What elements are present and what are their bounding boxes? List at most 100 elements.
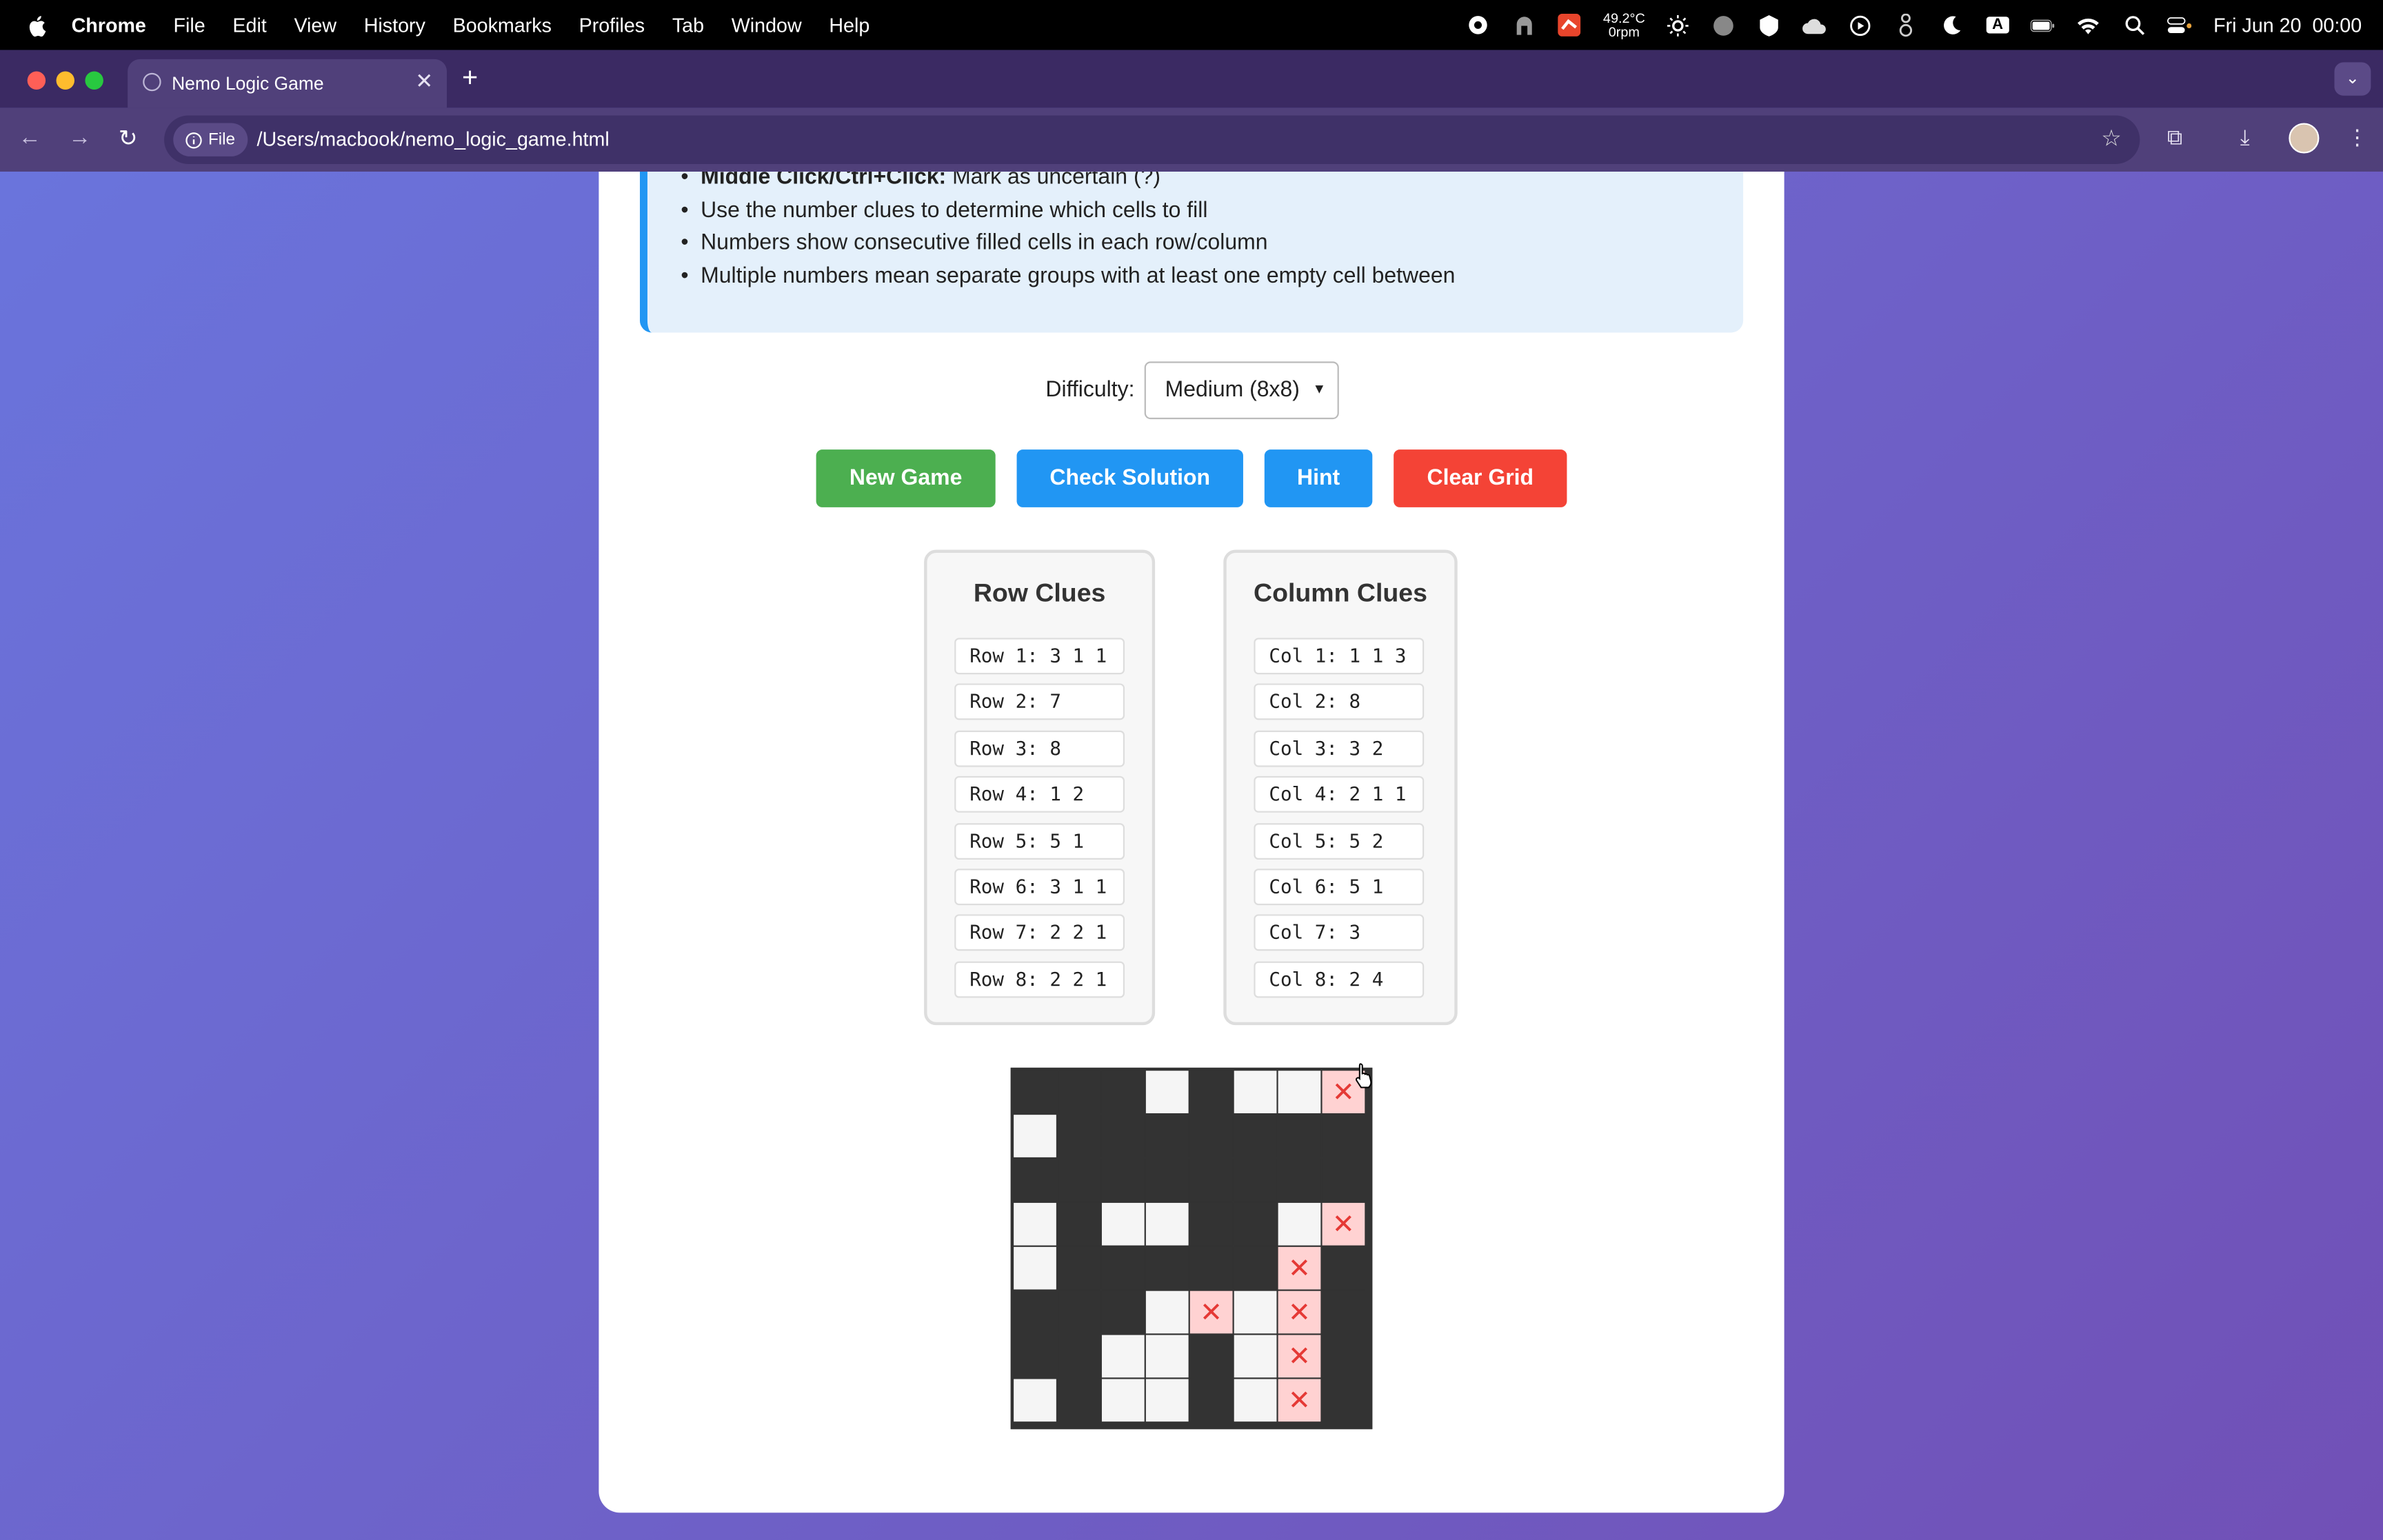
grid-cell-r6-c4[interactable] [1145,1290,1189,1334]
grid-cell-r2-c6[interactable] [1234,1115,1277,1157]
address-bar[interactable]: File /Users/macbook/nemo_logic_game.html… [164,115,2140,164]
vpn-icon[interactable] [1512,14,1536,36]
grid-cell-r2-c4[interactable] [1145,1115,1189,1157]
grid-cell-r7-c6[interactable] [1234,1335,1277,1378]
accessibility-icon[interactable] [1894,12,1918,37]
grid-cell-r6-c5[interactable]: ✕ [1189,1290,1233,1334]
reload-icon[interactable]: ↻ [119,125,138,152]
grid-cell-r3-c2[interactable] [1058,1159,1100,1202]
grid-cell-r3-c5[interactable] [1189,1159,1233,1202]
grid-cell-r7-c2[interactable] [1058,1335,1100,1378]
forward-arrow-icon[interactable]: → [68,125,91,150]
grid-cell-r7-c7[interactable]: ✕ [1278,1335,1321,1378]
close-window-button[interactable] [27,71,46,90]
clear-grid-button[interactable]: Clear Grid [1394,449,1567,507]
maximize-window-button[interactable] [85,71,103,90]
menu-window[interactable]: Window [732,14,802,37]
grid-cell-r6-c1[interactable] [1014,1290,1056,1334]
grid-cell-r3-c1[interactable] [1014,1159,1056,1202]
grid-cell-r4-c2[interactable] [1058,1202,1100,1246]
minimize-window-button[interactable] [56,71,75,90]
grid-cell-r7-c3[interactable] [1101,1335,1145,1378]
grid-cell-r1-c5[interactable] [1189,1071,1233,1113]
grid-cell-r8-c7[interactable]: ✕ [1278,1379,1321,1422]
grid-cell-r3-c7[interactable] [1278,1159,1321,1202]
menu-edit[interactable]: Edit [232,14,266,37]
profile-avatar[interactable] [2289,123,2320,154]
bookmark-star-icon[interactable]: ☆ [2101,125,2122,152]
menu-history[interactable]: History [364,14,425,37]
menu-bookmarks[interactable]: Bookmarks [453,14,552,37]
grid-cell-r7-c8[interactable] [1322,1335,1365,1378]
hint-button[interactable]: Hint [1264,449,1373,507]
grid-cell-r2-c2[interactable] [1058,1115,1100,1157]
grid-cell-r8-c3[interactable] [1101,1379,1145,1422]
grid-cell-r8-c4[interactable] [1145,1379,1189,1422]
grid-cell-r6-c2[interactable] [1058,1290,1100,1334]
grid-cell-r5-c8[interactable] [1322,1246,1365,1290]
grid-cell-r5-c5[interactable] [1189,1246,1233,1290]
brightness-icon[interactable] [1667,14,1691,36]
extensions-icon[interactable]: ⧉ [2167,125,2182,150]
more-menu-icon[interactable]: ⋮ [2346,125,2368,150]
grid-cell-r8-c1[interactable] [1014,1379,1056,1422]
grid-cell-r4-c4[interactable] [1145,1202,1189,1246]
app-name-menu[interactable]: Chrome [72,14,146,37]
app-status-icon[interactable] [1558,13,1582,37]
grid-cell-r1-c4[interactable] [1145,1071,1189,1113]
input-source-icon[interactable]: A [1986,14,2010,36]
control-center-icon[interactable] [2168,14,2193,36]
temperature-readout[interactable]: 49.2°C 0rpm [1603,10,1645,39]
menu-help[interactable]: Help [829,14,869,37]
active-tab[interactable]: Nemo Logic Game ✕ [128,59,448,108]
grid-cell-r2-c8[interactable] [1322,1115,1365,1157]
close-tab-icon[interactable]: ✕ [415,68,433,94]
moon-icon[interactable] [1940,14,1964,36]
grid-cell-r6-c6[interactable] [1234,1290,1277,1334]
record-icon[interactable] [1467,14,1491,36]
menu-profiles[interactable]: Profiles [579,14,645,37]
menu-view[interactable]: View [294,14,336,37]
url-text[interactable]: /Users/macbook/nemo_logic_game.html [257,128,609,150]
battery-icon[interactable] [2031,14,2055,36]
wifi-icon[interactable] [2077,14,2101,36]
grid-cell-r4-c5[interactable] [1189,1202,1233,1246]
grid-cell-r5-c3[interactable] [1101,1246,1145,1290]
grid-cell-r1-c3[interactable] [1101,1071,1145,1113]
difficulty-select[interactable]: Medium (8x8) ▼ [1143,361,1338,420]
grid-cell-r8-c2[interactable] [1058,1379,1100,1422]
site-info-chip[interactable]: File [173,123,248,156]
grid-cell-r4-c3[interactable] [1101,1202,1145,1246]
grid-cell-r7-c4[interactable] [1145,1335,1189,1378]
grid-cell-r1-c1[interactable] [1014,1071,1056,1113]
globe-icon[interactable] [1712,14,1736,36]
grid-cell-r2-c1[interactable] [1014,1115,1056,1157]
shield-icon[interactable] [1758,14,1782,36]
check-solution-button[interactable]: Check Solution [1016,449,1243,507]
play-icon[interactable] [1849,14,1873,36]
datetime[interactable]: Fri Jun 20 00:00 [2213,14,2362,37]
grid-cell-r5-c7[interactable]: ✕ [1278,1246,1321,1290]
download-icon[interactable]: ⤓ [2240,125,2250,150]
grid-cell-r8-c8[interactable] [1322,1379,1365,1422]
grid-cell-r5-c1[interactable] [1014,1246,1056,1290]
grid-cell-r2-c5[interactable] [1189,1115,1233,1157]
grid-cell-r4-c8[interactable]: ✕ [1322,1202,1365,1246]
tab-search-chevron-icon[interactable]: ⌄ [2334,62,2371,96]
grid-cell-r8-c6[interactable] [1234,1379,1277,1422]
grid-cell-r2-c7[interactable] [1278,1115,1321,1157]
grid-cell-r1-c7[interactable] [1278,1071,1321,1113]
grid-cell-r5-c2[interactable] [1058,1246,1100,1290]
grid-cell-r3-c4[interactable] [1145,1159,1189,1202]
grid-cell-r4-c1[interactable] [1014,1202,1056,1246]
grid-cell-r3-c6[interactable] [1234,1159,1277,1202]
grid-cell-r7-c5[interactable] [1189,1335,1233,1378]
search-icon[interactable] [2122,14,2146,36]
grid-cell-r1-c2[interactable] [1058,1071,1100,1113]
new-tab-icon[interactable]: + [462,62,478,94]
grid-cell-r6-c7[interactable]: ✕ [1278,1290,1321,1334]
back-arrow-icon[interactable]: ← [18,125,41,150]
cloud-icon[interactable] [1803,14,1827,36]
grid-cell-r5-c6[interactable] [1234,1246,1277,1290]
apple-logo-icon[interactable] [26,13,50,37]
